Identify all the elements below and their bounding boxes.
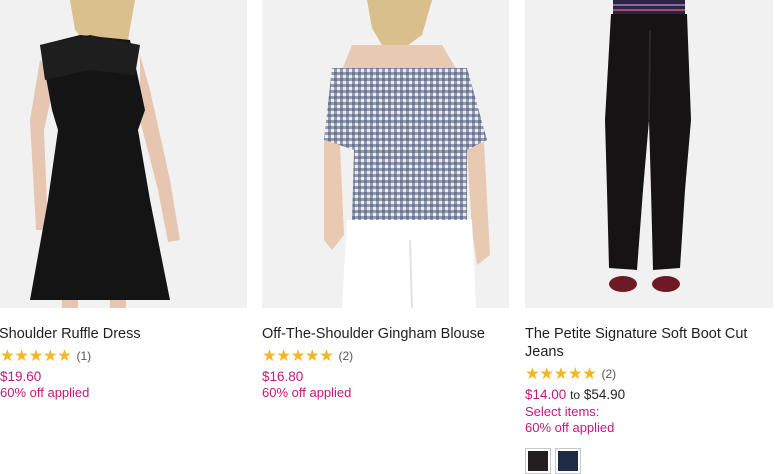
promo-select-items: Select items: — [525, 404, 600, 419]
product-name[interactable]: Shoulder Ruffle Dress — [0, 325, 247, 343]
swatch-black-color — [528, 451, 548, 471]
swatch-black[interactable] — [525, 448, 551, 474]
dress-photo-illustration — [0, 0, 247, 308]
promo-text: 60% off applied — [525, 420, 615, 435]
star-rating-icon: ★★★★★ — [262, 347, 334, 365]
swatch-navy[interactable] — [555, 448, 581, 474]
star-rating-icon: ★★★★★ — [525, 365, 597, 383]
product-image[interactable] — [0, 0, 247, 308]
product-image[interactable] — [525, 0, 773, 308]
price-range-separator: to — [570, 388, 581, 402]
blouse-photo-illustration — [262, 0, 509, 308]
color-swatches — [525, 448, 773, 474]
review-count[interactable]: (2) — [338, 349, 353, 363]
price-high: $54.90 — [583, 387, 626, 402]
review-count[interactable]: (2) — [601, 367, 616, 381]
product-card[interactable]: Off-The-Shoulder Gingham Blouse ★★★★★ (2… — [262, 0, 509, 401]
promo-text: 60% off applied — [262, 385, 352, 400]
review-count[interactable]: (1) — [76, 349, 91, 363]
star-rating-icon: ★★★★★ — [0, 347, 72, 365]
product-rating[interactable]: ★★★★★ (2) — [525, 365, 773, 383]
jeans-photo-illustration — [525, 0, 773, 308]
promo-text: 60% off applied — [0, 385, 90, 400]
price-low: $14.00 — [525, 387, 567, 402]
product-name[interactable]: The Petite Signature Soft Boot Cut Jeans — [525, 325, 773, 361]
product-price: $16.80 — [262, 369, 304, 384]
product-rating[interactable]: ★★★★★ (1) — [0, 347, 247, 365]
product-price: $14.00 to $54.90 — [525, 386, 773, 404]
product-name[interactable]: Off-The-Shoulder Gingham Blouse — [262, 325, 509, 343]
product-card[interactable]: Shoulder Ruffle Dress ★★★★★ (1) $19.60 6… — [0, 0, 247, 401]
product-card[interactable]: The Petite Signature Soft Boot Cut Jeans… — [525, 0, 773, 474]
product-price: $19.60 — [0, 369, 42, 384]
product-rating[interactable]: ★★★★★ (2) — [262, 347, 509, 365]
product-image[interactable] — [262, 0, 509, 308]
swatch-navy-color — [558, 451, 578, 471]
